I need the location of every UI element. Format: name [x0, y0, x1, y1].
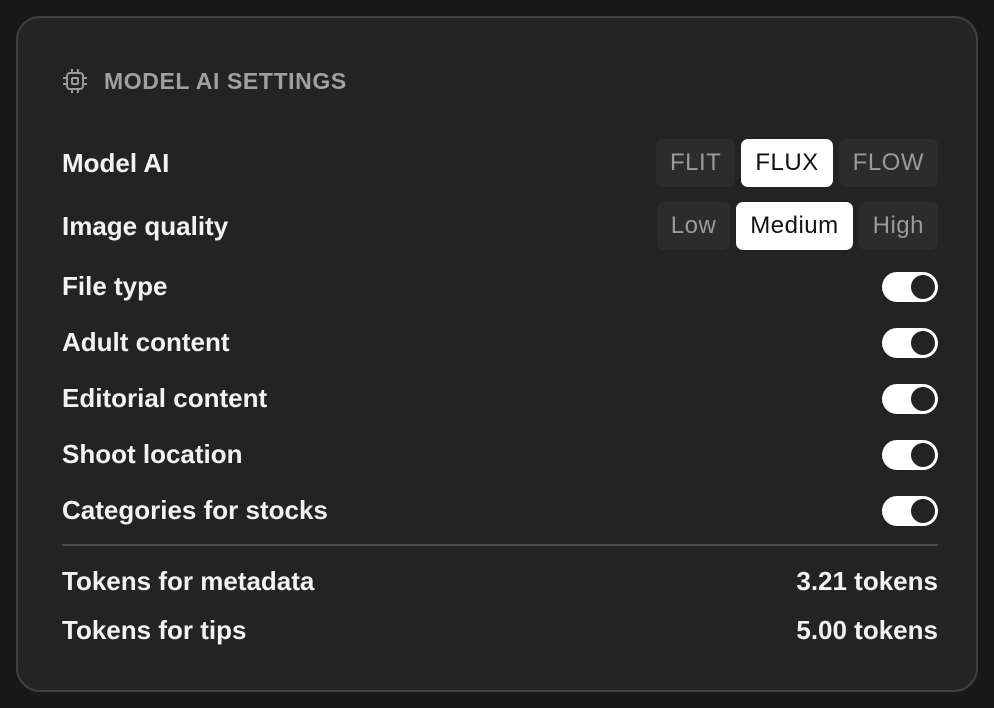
tokens-tips-value: 5.00 tokens — [796, 615, 938, 645]
file-type-toggle[interactable] — [882, 271, 938, 302]
categories-for-stocks-label: Categories for stocks — [62, 495, 328, 525]
tokens-tips-row: Tokens for tips 5.00 tokens — [62, 615, 938, 646]
model-ai-label: Model AI — [62, 147, 170, 178]
editorial-content-row: Editorial content — [62, 383, 938, 414]
settings-panel: MODEL AI SETTINGS Model AI FLIT FLUX FLO… — [16, 16, 978, 692]
toggle-knob — [911, 386, 935, 411]
model-option-flow[interactable]: FLOW — [838, 139, 938, 187]
section-divider — [62, 544, 938, 546]
adult-content-label: Adult content — [62, 327, 230, 357]
shoot-location-label: Shoot location — [62, 439, 243, 469]
chip-icon — [62, 68, 88, 94]
tokens-tips-label: Tokens for tips — [62, 615, 247, 645]
file-type-label: File type — [62, 271, 168, 301]
quality-option-low[interactable]: Low — [656, 202, 731, 250]
adult-content-toggle[interactable] — [882, 327, 938, 358]
toggle-knob — [911, 498, 935, 523]
toggle-knob — [911, 330, 935, 355]
adult-content-row: Adult content — [62, 327, 938, 358]
panel-title: MODEL AI SETTINGS — [104, 67, 347, 94]
shoot-location-row: Shoot location — [62, 439, 938, 470]
toggle-knob — [911, 274, 935, 299]
panel-header: MODEL AI SETTINGS — [62, 68, 347, 94]
quality-option-high[interactable]: High — [858, 202, 938, 250]
image-quality-row: Image quality Low Medium High — [62, 202, 938, 250]
tokens-metadata-label: Tokens for metadata — [62, 566, 315, 596]
editorial-content-label: Editorial content — [62, 383, 268, 413]
model-option-flux[interactable]: FLUX — [741, 139, 833, 187]
toggle-knob — [911, 442, 935, 467]
editorial-content-toggle[interactable] — [882, 383, 938, 414]
image-quality-label: Image quality — [62, 210, 229, 241]
image-quality-segmented-control: Low Medium High — [656, 202, 938, 250]
categories-for-stocks-row: Categories for stocks — [62, 495, 938, 526]
model-option-flit[interactable]: FLIT — [655, 139, 736, 187]
file-type-row: File type — [62, 271, 938, 302]
model-ai-row: Model AI FLIT FLUX FLOW — [62, 139, 938, 187]
quality-option-medium[interactable]: Medium — [736, 202, 853, 250]
tokens-metadata-value: 3.21 tokens — [796, 566, 938, 596]
tokens-metadata-row: Tokens for metadata 3.21 tokens — [62, 566, 938, 597]
shoot-location-toggle[interactable] — [882, 439, 938, 470]
model-ai-segmented-control: FLIT FLUX FLOW — [655, 139, 938, 187]
categories-for-stocks-toggle[interactable] — [882, 495, 938, 526]
